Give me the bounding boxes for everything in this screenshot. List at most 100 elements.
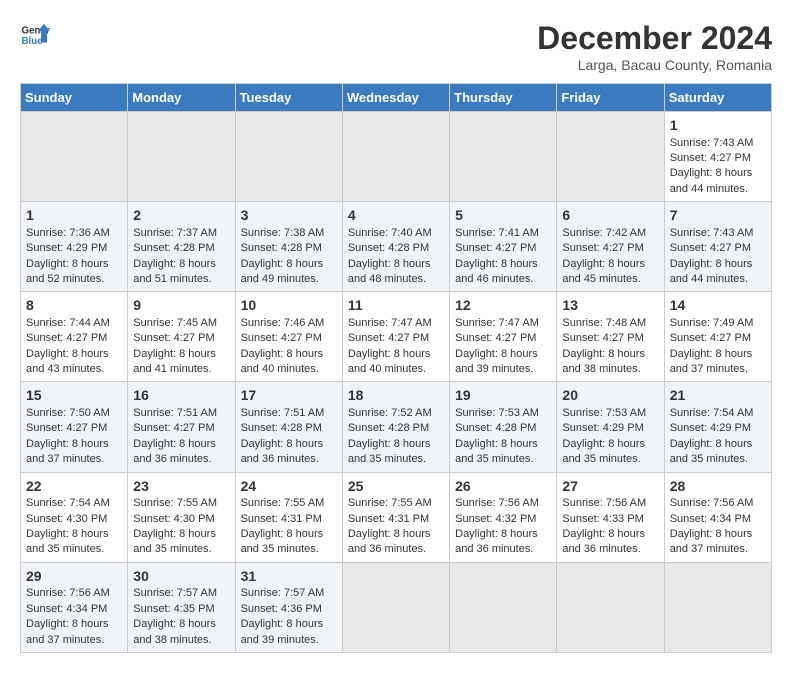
day-number: 15 [26,386,122,406]
calendar-cell [450,562,557,652]
day-number: 17 [241,386,337,406]
main-title: December 2024 [537,20,772,57]
calendar-cell: 29Sunrise: 7:56 AM Sunset: 4:34 PM Dayli… [21,562,128,652]
calendar-cell: 9Sunrise: 7:45 AM Sunset: 4:27 PM Daylig… [128,292,235,382]
day-number: 4 [348,206,444,226]
day-info: Sunrise: 7:50 AM Sunset: 4:27 PM Dayligh… [26,406,122,468]
day-info: Sunrise: 7:47 AM Sunset: 4:27 PM Dayligh… [348,316,444,378]
day-info: Sunrise: 7:56 AM Sunset: 4:34 PM Dayligh… [26,586,122,648]
day-info: Sunrise: 7:36 AM Sunset: 4:29 PM Dayligh… [26,226,122,288]
day-number: 1 [26,206,122,226]
day-number: 16 [133,386,229,406]
day-number: 2 [133,206,229,226]
calendar-table: Sunday Monday Tuesday Wednesday Thursday… [20,83,772,653]
calendar-cell: 30Sunrise: 7:57 AM Sunset: 4:35 PM Dayli… [128,562,235,652]
day-number: 6 [562,206,658,226]
calendar-cell: 4Sunrise: 7:40 AM Sunset: 4:28 PM Daylig… [342,202,449,292]
col-friday: Friday [557,84,664,112]
week-row-1: 1Sunrise: 7:36 AM Sunset: 4:29 PM Daylig… [21,202,772,292]
calendar-cell [450,112,557,202]
day-number: 10 [241,296,337,316]
day-info: Sunrise: 7:53 AM Sunset: 4:28 PM Dayligh… [455,406,551,468]
day-info: Sunrise: 7:42 AM Sunset: 4:27 PM Dayligh… [562,226,658,288]
calendar-cell: 16Sunrise: 7:51 AM Sunset: 4:27 PM Dayli… [128,382,235,472]
calendar-cell: 13Sunrise: 7:48 AM Sunset: 4:27 PM Dayli… [557,292,664,382]
svg-text:Blue: Blue [22,36,44,47]
day-number: 12 [455,296,551,316]
header: General Blue December 2024 Larga, Bacau … [20,20,772,73]
calendar-cell: 25Sunrise: 7:55 AM Sunset: 4:31 PM Dayli… [342,472,449,562]
calendar-cell [557,562,664,652]
day-info: Sunrise: 7:56 AM Sunset: 4:33 PM Dayligh… [562,496,658,558]
day-number: 26 [455,477,551,497]
day-info: Sunrise: 7:55 AM Sunset: 4:31 PM Dayligh… [348,496,444,558]
calendar-cell [557,112,664,202]
calendar-cell [21,112,128,202]
day-number: 1 [670,116,766,136]
day-number: 18 [348,386,444,406]
calendar-cell: 7Sunrise: 7:43 AM Sunset: 4:27 PM Daylig… [664,202,771,292]
day-number: 8 [26,296,122,316]
calendar-cell: 31Sunrise: 7:57 AM Sunset: 4:36 PM Dayli… [235,562,342,652]
calendar-cell: 14Sunrise: 7:49 AM Sunset: 4:27 PM Dayli… [664,292,771,382]
day-info: Sunrise: 7:56 AM Sunset: 4:32 PM Dayligh… [455,496,551,558]
col-wednesday: Wednesday [342,84,449,112]
calendar-cell: 22Sunrise: 7:54 AM Sunset: 4:30 PM Dayli… [21,472,128,562]
day-info: Sunrise: 7:55 AM Sunset: 4:31 PM Dayligh… [241,496,337,558]
col-sunday: Sunday [21,84,128,112]
day-info: Sunrise: 7:52 AM Sunset: 4:28 PM Dayligh… [348,406,444,468]
subtitle: Larga, Bacau County, Romania [537,57,772,73]
day-number: 20 [562,386,658,406]
calendar-cell: 26Sunrise: 7:56 AM Sunset: 4:32 PM Dayli… [450,472,557,562]
title-area: December 2024 Larga, Bacau County, Roman… [537,20,772,73]
calendar-cell [664,562,771,652]
calendar-cell: 27Sunrise: 7:56 AM Sunset: 4:33 PM Dayli… [557,472,664,562]
day-info: Sunrise: 7:53 AM Sunset: 4:29 PM Dayligh… [562,406,658,468]
day-number: 27 [562,477,658,497]
calendar-cell: 1Sunrise: 7:36 AM Sunset: 4:29 PM Daylig… [21,202,128,292]
day-info: Sunrise: 7:41 AM Sunset: 4:27 PM Dayligh… [455,226,551,288]
calendar-cell: 15Sunrise: 7:50 AM Sunset: 4:27 PM Dayli… [21,382,128,472]
calendar-cell: 18Sunrise: 7:52 AM Sunset: 4:28 PM Dayli… [342,382,449,472]
day-info: Sunrise: 7:37 AM Sunset: 4:28 PM Dayligh… [133,226,229,288]
day-number: 29 [26,567,122,587]
calendar-cell: 8Sunrise: 7:44 AM Sunset: 4:27 PM Daylig… [21,292,128,382]
calendar-cell: 10Sunrise: 7:46 AM Sunset: 4:27 PM Dayli… [235,292,342,382]
calendar-cell [235,112,342,202]
col-monday: Monday [128,84,235,112]
calendar-cell: 1Sunrise: 7:43 AM Sunset: 4:27 PM Daylig… [664,112,771,202]
day-number: 3 [241,206,337,226]
day-number: 21 [670,386,766,406]
day-info: Sunrise: 7:47 AM Sunset: 4:27 PM Dayligh… [455,316,551,378]
day-number: 19 [455,386,551,406]
calendar-cell: 21Sunrise: 7:54 AM Sunset: 4:29 PM Dayli… [664,382,771,472]
day-number: 25 [348,477,444,497]
week-row-2: 8Sunrise: 7:44 AM Sunset: 4:27 PM Daylig… [21,292,772,382]
day-info: Sunrise: 7:54 AM Sunset: 4:29 PM Dayligh… [670,406,766,468]
calendar-cell: 5Sunrise: 7:41 AM Sunset: 4:27 PM Daylig… [450,202,557,292]
day-number: 11 [348,296,444,316]
calendar-cell: 3Sunrise: 7:38 AM Sunset: 4:28 PM Daylig… [235,202,342,292]
header-row: Sunday Monday Tuesday Wednesday Thursday… [21,84,772,112]
day-number: 22 [26,477,122,497]
day-info: Sunrise: 7:45 AM Sunset: 4:27 PM Dayligh… [133,316,229,378]
col-tuesday: Tuesday [235,84,342,112]
day-number: 28 [670,477,766,497]
day-number: 5 [455,206,551,226]
day-number: 7 [670,206,766,226]
calendar-cell: 28Sunrise: 7:56 AM Sunset: 4:34 PM Dayli… [664,472,771,562]
day-info: Sunrise: 7:40 AM Sunset: 4:28 PM Dayligh… [348,226,444,288]
calendar-cell: 17Sunrise: 7:51 AM Sunset: 4:28 PM Dayli… [235,382,342,472]
calendar-cell: 11Sunrise: 7:47 AM Sunset: 4:27 PM Dayli… [342,292,449,382]
calendar-cell: 12Sunrise: 7:47 AM Sunset: 4:27 PM Dayli… [450,292,557,382]
day-info: Sunrise: 7:44 AM Sunset: 4:27 PM Dayligh… [26,316,122,378]
day-info: Sunrise: 7:54 AM Sunset: 4:30 PM Dayligh… [26,496,122,558]
day-number: 24 [241,477,337,497]
day-number: 13 [562,296,658,316]
week-row-4: 22Sunrise: 7:54 AM Sunset: 4:30 PM Dayli… [21,472,772,562]
calendar-cell: 6Sunrise: 7:42 AM Sunset: 4:27 PM Daylig… [557,202,664,292]
calendar-cell [342,112,449,202]
day-number: 30 [133,567,229,587]
day-info: Sunrise: 7:43 AM Sunset: 4:27 PM Dayligh… [670,226,766,288]
day-info: Sunrise: 7:57 AM Sunset: 4:35 PM Dayligh… [133,586,229,648]
